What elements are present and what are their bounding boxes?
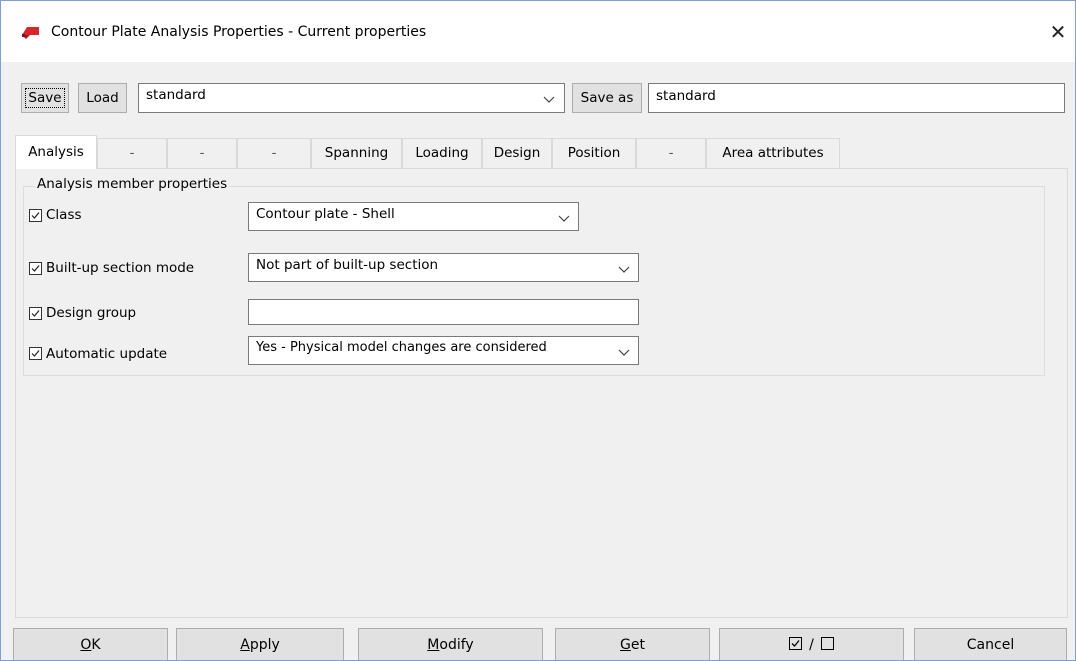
tab-label: - — [129, 145, 135, 161]
checkbox-checked-icon — [31, 212, 40, 219]
toggle-all-checkboxes-button[interactable]: / — [719, 628, 904, 660]
chevron-down-icon — [618, 349, 630, 356]
ok-mnemonic: O — [80, 637, 92, 653]
tab-blank-2[interactable]: - — [167, 138, 237, 168]
tab-design[interactable]: Design — [482, 138, 552, 168]
apply-button[interactable]: Apply — [176, 628, 344, 660]
built-up-section-mode-checkbox[interactable] — [29, 262, 42, 275]
tab-label: Area attributes — [722, 145, 824, 161]
design-group-checkbox[interactable] — [29, 307, 42, 320]
class-select[interactable]: Contour plate - Shell — [248, 202, 579, 231]
preset-select[interactable]: standard — [138, 83, 565, 113]
checkbox-checked-icon — [31, 310, 40, 317]
design-group-input[interactable] — [248, 299, 639, 325]
modify-mnemonic: M — [427, 637, 440, 653]
tab-analysis[interactable]: Analysis — [15, 135, 97, 169]
checkbox-checked-icon — [788, 637, 802, 650]
tab-loading[interactable]: Loading — [402, 138, 482, 168]
apply-label-rest: pply — [249, 637, 280, 653]
tab-position[interactable]: Position — [552, 138, 636, 168]
get-mnemonic: G — [620, 637, 631, 653]
preset-select-value: standard — [146, 87, 206, 103]
automatic-update-select[interactable]: Yes - Physical model changes are conside… — [248, 336, 639, 365]
chevron-down-icon — [558, 215, 570, 222]
built-up-section-mode-label: Built-up section mode — [46, 260, 195, 276]
tab-label: Analysis — [28, 144, 84, 160]
save-as-button[interactable]: Save as — [572, 83, 642, 113]
load-button-label: Load — [86, 90, 119, 106]
window-title: Contour Plate Analysis Properties - Curr… — [51, 24, 427, 40]
checkbox-checked-icon — [31, 350, 40, 357]
chevron-down-icon — [618, 266, 630, 273]
design-group-label: Design group — [46, 305, 137, 321]
built-up-section-mode-value: Not part of built-up section — [256, 257, 439, 273]
modify-button[interactable]: Modify — [358, 628, 543, 660]
tab-label: Position — [567, 145, 621, 161]
automatic-update-checkbox[interactable] — [29, 347, 42, 360]
group-title: Analysis member properties — [35, 176, 230, 192]
save-as-input[interactable]: standard — [648, 83, 1065, 113]
automatic-update-value: Yes - Physical model changes are conside… — [256, 340, 547, 355]
tab-label: - — [199, 145, 205, 161]
class-checkbox[interactable] — [29, 209, 42, 222]
dialog-window: Contour Plate Analysis Properties - Curr… — [0, 0, 1076, 661]
tab-label: Design — [493, 145, 541, 161]
app-logo-icon — [22, 27, 39, 39]
toggle-all-separator: / — [809, 637, 814, 653]
chevron-down-icon — [543, 96, 555, 103]
tab-blank-4[interactable]: - — [636, 138, 706, 168]
tab-area-attributes[interactable]: Area attributes — [706, 138, 840, 168]
tab-label: Spanning — [324, 145, 389, 161]
class-label: Class — [46, 207, 82, 223]
tab-label: - — [271, 145, 277, 161]
save-as-input-value: standard — [656, 88, 716, 104]
tab-blank-3[interactable]: - — [237, 138, 311, 168]
tab-label: - — [668, 145, 674, 161]
save-as-button-label: Save as — [580, 90, 634, 106]
modify-label-rest: odify — [439, 637, 474, 653]
tab-spanning[interactable]: Spanning — [311, 138, 402, 168]
tab-label: Loading — [415, 145, 469, 161]
built-up-section-mode-select[interactable]: Not part of built-up section — [248, 253, 639, 282]
load-button[interactable]: Load — [78, 83, 127, 113]
close-icon[interactable]: ✕ — [1041, 15, 1075, 49]
get-label-rest: et — [630, 637, 645, 653]
checkbox-empty-icon — [821, 637, 835, 650]
cancel-button-label: Cancel — [966, 637, 1015, 653]
cancel-button[interactable]: Cancel — [914, 628, 1067, 660]
checkbox-checked-icon — [31, 265, 40, 272]
apply-mnemonic: A — [240, 637, 250, 653]
class-select-value: Contour plate - Shell — [256, 206, 395, 222]
get-button[interactable]: Get — [555, 628, 710, 660]
ok-label-rest: K — [91, 637, 101, 653]
title-bar: Contour Plate Analysis Properties - Curr… — [1, 1, 1075, 62]
automatic-update-label: Automatic update — [46, 346, 168, 362]
ok-button[interactable]: OK — [13, 628, 168, 660]
save-button[interactable]: Save — [21, 83, 69, 113]
focus-outline — [25, 88, 65, 108]
tab-blank-1[interactable]: - — [97, 138, 167, 168]
